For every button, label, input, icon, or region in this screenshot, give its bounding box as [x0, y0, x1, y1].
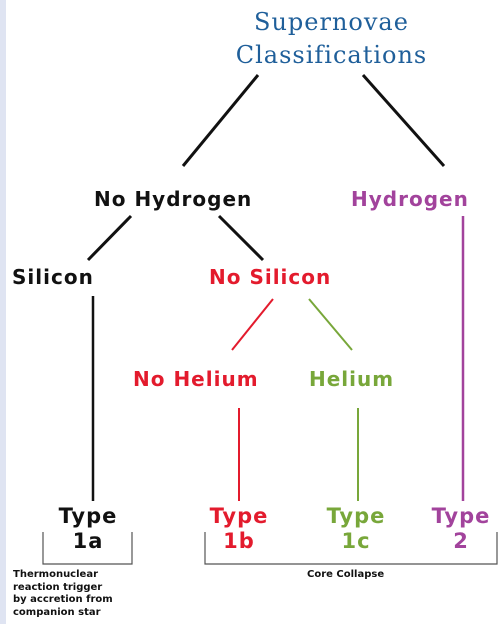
type-1b-label: Type 1b [189, 504, 289, 554]
type-2-code: 2 [453, 529, 469, 553]
type-2-word: Type [431, 504, 491, 528]
connector-no-silicon-no-helium [231, 298, 274, 351]
caption-thermonuclear: Thermonuclear reaction trigger by accret… [13, 569, 113, 619]
node-hydrogen: Hydrogen [351, 187, 469, 211]
connector-root-hydrogen [361, 74, 446, 167]
caption-line: companion star [13, 606, 101, 618]
type-1a-label: Type 1a [38, 504, 138, 554]
node-no-silicon: No Silicon [209, 265, 332, 289]
node-silicon: Silicon [12, 265, 94, 289]
caption-line: by accretion from [13, 594, 113, 605]
caption-line: reaction trigger [13, 581, 103, 593]
caption-line: Thermonuclear [13, 569, 98, 580]
type-1c-label: Type 1c [306, 504, 406, 554]
type-2-label: Type 2 [411, 504, 503, 554]
type-1a-word: Type [58, 504, 118, 528]
caption-core-collapse: Core Collapse [307, 569, 385, 580]
node-no-helium: No Helium [133, 367, 259, 391]
type-1c-code: 1c [341, 529, 371, 553]
title-line-1: Supernovae [254, 8, 409, 36]
type-1a-code: 1a [72, 529, 104, 553]
connector-root-no-hydrogen [181, 74, 260, 167]
node-no-hydrogen: No Hydrogen [94, 187, 253, 211]
type-1b-code: 1b [223, 529, 255, 553]
title-line-2: Classifications [235, 41, 428, 69]
connector-no-hydrogen-no-silicon [217, 214, 265, 262]
diagram-title: Supernovae Classifications [0, 6, 503, 72]
node-helium: Helium [309, 367, 395, 391]
connector-no-hydrogen-silicon [86, 214, 133, 262]
connector-no-silicon-helium [308, 298, 353, 351]
type-1c-word: Type [326, 504, 386, 528]
type-1b-word: Type [209, 504, 269, 528]
